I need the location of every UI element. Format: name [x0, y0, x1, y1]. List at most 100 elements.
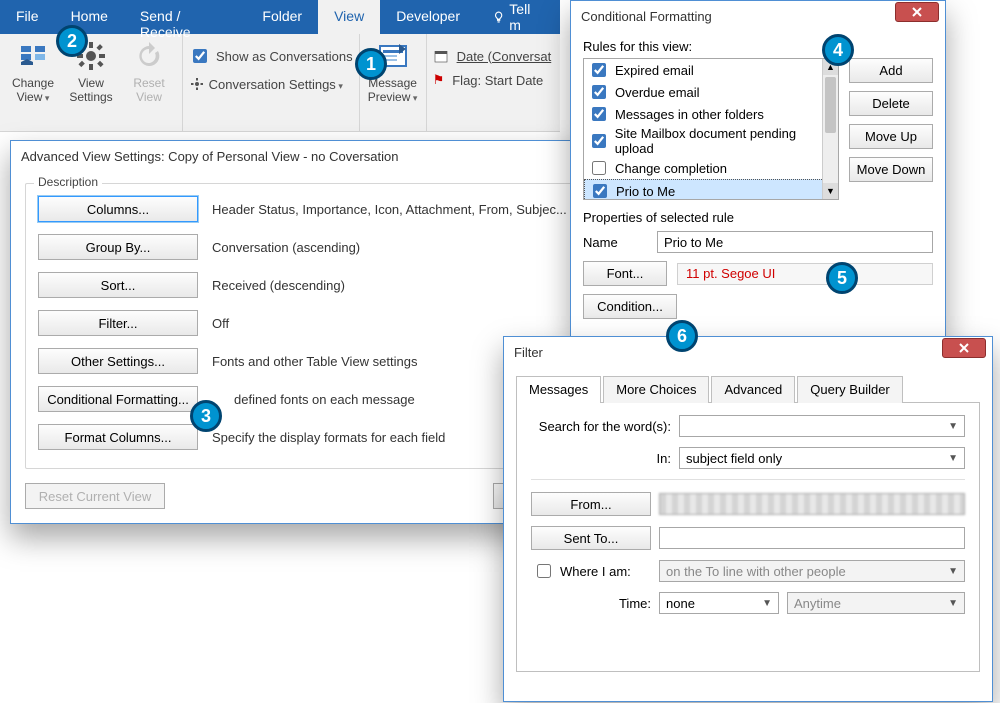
- close-icon: [958, 342, 970, 354]
- scroll-thumb[interactable]: [825, 77, 836, 133]
- filter-close-button[interactable]: [942, 338, 986, 358]
- props-label: Properties of selected rule: [583, 210, 933, 225]
- tab-developer[interactable]: Developer: [380, 0, 476, 34]
- tab-messages[interactable]: Messages: [516, 376, 601, 403]
- add-button[interactable]: Add: [849, 58, 933, 83]
- rule-item[interactable]: Overdue email: [584, 81, 838, 103]
- view-settings-label: View Settings: [64, 76, 118, 105]
- chevron-down-icon: ▼: [948, 453, 958, 464]
- group-by-button[interactable]: Group By...: [38, 234, 198, 260]
- rule-name: Prio to Me: [616, 184, 675, 199]
- tab-folder[interactable]: Folder: [246, 0, 318, 34]
- in-select[interactable]: subject field only ▼: [679, 447, 965, 469]
- rule-checkbox[interactable]: [592, 85, 606, 99]
- arrange-date-button[interactable]: Date (Conversat: [433, 48, 552, 64]
- reset-current-view-button: Reset Current View: [25, 483, 165, 509]
- rule-name: Site Mailbox document pending upload: [615, 126, 834, 156]
- arrange-flag-button[interactable]: ⚑ Flag: Start Date: [433, 72, 552, 88]
- rule-item[interactable]: Expired email: [584, 59, 838, 81]
- adv-titlebar: Advanced View Settings: Copy of Personal…: [11, 141, 645, 171]
- condfmt-desc: defined fonts on each message: [234, 392, 415, 407]
- reset-view-button[interactable]: Reset View: [122, 38, 176, 105]
- font-button[interactable]: Font...: [583, 261, 667, 286]
- filter-tabstrip: Messages More Choices Advanced Query Bui…: [516, 376, 980, 403]
- conversation-settings-button[interactable]: Conversation Settings: [189, 76, 353, 92]
- cond-titlebar: Conditional Formatting: [571, 1, 945, 31]
- rules-list[interactable]: Expired email Overdue email Messages in ot…: [583, 58, 839, 200]
- tab-advanced[interactable]: Advanced: [711, 376, 795, 403]
- filter-button[interactable]: Filter...: [38, 310, 198, 336]
- condition-button[interactable]: Condition...: [583, 294, 677, 319]
- flag-icon: ⚑: [433, 72, 445, 88]
- chevron-down-icon: ▼: [948, 598, 958, 609]
- other-desc: Fonts and other Table View settings: [212, 354, 417, 369]
- tab-view[interactable]: View: [318, 0, 380, 34]
- group-arrangement: Date (Conversat ⚑ Flag: Start Date: [427, 34, 558, 131]
- rule-name: Expired email: [615, 63, 694, 78]
- group-conversations: Show as Conversations Conversation Setti…: [183, 34, 360, 131]
- chevron-down-icon: ▼: [948, 566, 958, 577]
- group-current-view: Change View View Settings Reset View: [0, 34, 183, 131]
- from-field-redacted[interactable]: [659, 493, 965, 515]
- arrange-flag-label: Flag: Start Date: [452, 73, 543, 88]
- rule-name: Messages in other folders: [615, 107, 764, 122]
- sent-to-button[interactable]: Sent To...: [531, 526, 651, 550]
- arrange-date-label: Date (Conversat: [457, 49, 552, 64]
- lightbulb-icon: [492, 10, 505, 24]
- rules-scrollbar[interactable]: ▲ ▼: [822, 59, 838, 199]
- change-view-label: Change View: [6, 76, 60, 105]
- rule-checkbox[interactable]: [592, 63, 606, 77]
- format-columns-button[interactable]: Format Columns...: [38, 424, 198, 450]
- tab-file[interactable]: File: [0, 0, 55, 34]
- search-label: Search for the word(s):: [531, 419, 671, 434]
- sent-to-field[interactable]: [659, 527, 965, 549]
- show-conv-label: Show as Conversations: [216, 49, 353, 64]
- cond-title: Conditional Formatting: [581, 9, 712, 24]
- where-i-am-select: on the To line with other people ▼: [659, 560, 965, 582]
- reset-view-label: Reset View: [122, 76, 176, 105]
- filter-title: Filter: [514, 345, 543, 360]
- adv-legend: Description: [34, 175, 102, 189]
- rule-name-input[interactable]: [657, 231, 933, 253]
- conv-settings-label: Conversation Settings: [209, 77, 343, 92]
- columns-button[interactable]: Columns...: [38, 196, 198, 222]
- show-conv-check[interactable]: [193, 49, 207, 63]
- conditional-formatting-button[interactable]: Conditional Formatting...: [38, 386, 198, 412]
- rule-checkbox[interactable]: [592, 161, 606, 175]
- callout-badge-2: 2: [56, 25, 88, 57]
- rule-name: Change completion: [615, 161, 727, 176]
- rule-checkbox[interactable]: [592, 107, 606, 121]
- in-value: subject field only: [686, 451, 782, 466]
- rule-item[interactable]: Prio to Me: [584, 179, 838, 200]
- callout-badge-6: 6: [666, 320, 698, 352]
- where-i-am-checkbox[interactable]: [537, 564, 551, 578]
- rule-checkbox[interactable]: [593, 184, 607, 198]
- cond-close-button[interactable]: [895, 2, 939, 22]
- in-label: In:: [531, 451, 671, 466]
- callout-badge-5: 5: [826, 262, 858, 294]
- from-button[interactable]: From...: [531, 492, 651, 516]
- rule-checkbox[interactable]: [592, 134, 606, 148]
- tab-tell-me[interactable]: Tell m: [476, 0, 560, 34]
- columns-desc: Header Status, Importance, Icon, Attachm…: [212, 202, 567, 217]
- font-display: 11 pt. Segoe UI: [677, 263, 933, 285]
- rule-item[interactable]: Change completion: [584, 157, 838, 179]
- sort-button[interactable]: Sort...: [38, 272, 198, 298]
- rule-item[interactable]: Site Mailbox document pending upload: [584, 125, 838, 157]
- move-up-button[interactable]: Move Up: [849, 124, 933, 149]
- scroll-down-icon[interactable]: ▼: [823, 183, 838, 199]
- search-words-input[interactable]: ▼: [679, 415, 965, 437]
- delete-button[interactable]: Delete: [849, 91, 933, 116]
- tab-query-builder[interactable]: Query Builder: [797, 376, 902, 403]
- other-settings-button[interactable]: Other Settings...: [38, 348, 198, 374]
- tab-send-receive[interactable]: Send / Receive: [124, 0, 246, 34]
- move-down-button[interactable]: Move Down: [849, 157, 933, 182]
- tab-more-choices[interactable]: More Choices: [603, 376, 709, 403]
- time-select[interactable]: none▼: [659, 592, 779, 614]
- rule-item[interactable]: Messages in other folders: [584, 103, 838, 125]
- fmtcol-desc: Specify the display formats for each fie…: [212, 430, 445, 445]
- where-label: Where I am:: [560, 564, 631, 579]
- show-conversations-checkbox[interactable]: Show as Conversations: [189, 46, 353, 66]
- where-value: on the To line with other people: [666, 564, 846, 579]
- change-view-button[interactable]: Change View: [6, 38, 60, 105]
